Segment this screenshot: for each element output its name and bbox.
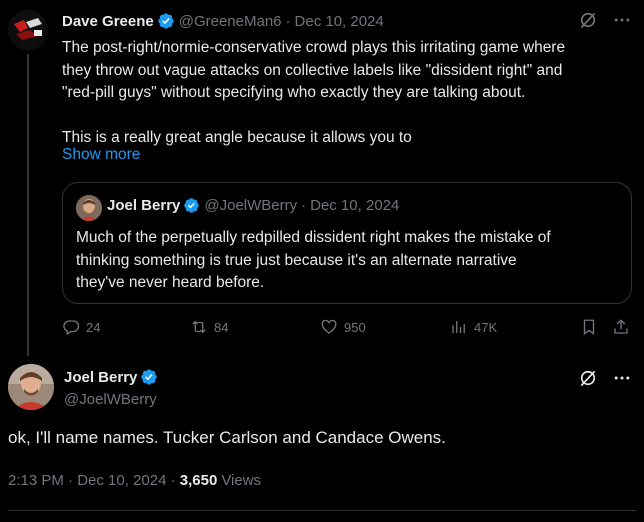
views-total: 3,650 xyxy=(179,472,218,489)
grok-icon[interactable] xyxy=(578,10,598,30)
joel-berry-quote-avatar xyxy=(76,195,102,221)
quoted-tweet-card[interactable]: Joel Berry @JoelWBerry · Dec 10, 2024 Mu… xyxy=(62,182,632,304)
quote-text: Much of the perpetually redpilled dissid… xyxy=(76,227,621,295)
bookmark-button[interactable] xyxy=(580,318,598,336)
tweet-timestamp[interactable]: 2:13 PM · Dec 10, 2024 · xyxy=(8,472,176,489)
parent-date[interactable]: Dec 10, 2024 xyxy=(295,13,384,30)
views-icon xyxy=(452,321,465,333)
quote-date: Dec 10, 2024 xyxy=(310,197,400,214)
like-button[interactable]: 950 xyxy=(320,318,366,336)
show-more-link[interactable]: Show more xyxy=(62,146,140,164)
thread-connector-line xyxy=(27,54,29,356)
quote-text-line: thinking something is true just because … xyxy=(76,251,517,269)
repost-icon xyxy=(192,320,206,334)
bookmark-icon xyxy=(583,319,595,336)
parent-text-line: they throw out vague attacks on collecti… xyxy=(62,61,563,79)
divider xyxy=(8,510,636,511)
like-icon xyxy=(321,319,337,334)
more-icon[interactable] xyxy=(612,10,632,30)
main-tweet-author[interactable]: Joel Berry xyxy=(64,368,162,386)
share-button[interactable] xyxy=(612,318,630,336)
parent-top-icons xyxy=(578,10,632,30)
reply-count: 24 xyxy=(86,319,101,335)
separator-dot: · xyxy=(301,197,307,214)
dave-greene-avatar[interactable] xyxy=(8,10,48,50)
verified-badge-icon xyxy=(158,13,174,29)
share-icon xyxy=(614,319,628,334)
like-count: 950 xyxy=(344,319,366,335)
reply-icon xyxy=(63,320,80,335)
more-icon[interactable] xyxy=(612,368,632,388)
separator-dot: · xyxy=(285,12,291,30)
repost-count: 84 xyxy=(214,319,229,335)
quote-handle: @JoelWBerry xyxy=(204,197,298,214)
parent-handle[interactable]: @GreeneMan6 xyxy=(179,13,282,30)
quote-text-line: Much of the perpetually redpilled dissid… xyxy=(76,229,551,246)
quote-header: Joel Berry @JoelWBerry · Dec 10, 2024 xyxy=(107,197,399,214)
parent-tweet-header: Dave Greene @GreeneMan6 · Dec 10, 2024 xyxy=(62,10,384,32)
tweet-meta: 2:13 PM · Dec 10, 2024 · 3,650 Views xyxy=(8,472,261,489)
main-author-name[interactable]: Joel Berry xyxy=(64,369,137,386)
reply-button[interactable]: 24 xyxy=(62,318,100,336)
joel-berry-avatar[interactable] xyxy=(8,364,54,410)
views-count: 47K xyxy=(474,319,498,335)
parent-action-bar: 24 84 950 47K xyxy=(62,318,632,342)
repost-button[interactable]: 84 xyxy=(190,318,228,336)
verified-badge-icon xyxy=(141,369,158,385)
main-tweet-text: ok, I'll name names. Tucker Carlson and … xyxy=(8,428,446,447)
verified-badge-icon xyxy=(184,198,200,213)
grok-icon[interactable] xyxy=(578,368,598,388)
views-button[interactable]: 47K xyxy=(450,318,497,336)
views-label: Views xyxy=(221,472,262,489)
parent-author-name[interactable]: Dave Greene xyxy=(62,13,154,30)
parent-text-line: "red-pill guys" without specifying who e… xyxy=(62,84,526,101)
parent-text-line: The post-right/normie-conservative crowd… xyxy=(62,39,566,56)
quote-text-line: they've never heard before. xyxy=(76,274,265,291)
main-handle[interactable]: @JoelWBerry xyxy=(64,391,157,408)
parent-text-line: This is a really great angle because it … xyxy=(62,128,412,146)
parent-tweet-text: The post-right/normie-conservative crowd… xyxy=(62,37,632,149)
quote-author-name: Joel Berry xyxy=(107,197,181,214)
main-top-icons xyxy=(578,368,632,388)
